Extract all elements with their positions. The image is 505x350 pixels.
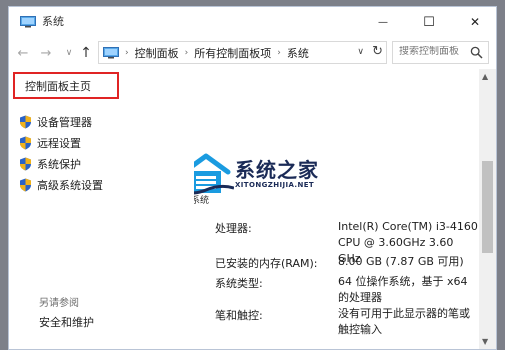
see-also-header: 另请参阅: [39, 298, 79, 309]
forward-button[interactable]: →: [38, 45, 54, 61]
arrow-up-icon: ↑: [80, 45, 92, 61]
device-manager-link[interactable]: 设备管理器: [19, 113, 92, 131]
watermark-subtitle: XITONGZHIJIA.NET: [235, 181, 315, 189]
breadcrumb-separator[interactable]: ›: [185, 48, 189, 58]
computer-icon: [20, 16, 36, 28]
maximize-button[interactable]: ☐: [406, 7, 452, 37]
refresh-icon[interactable]: ↻: [372, 44, 383, 59]
control-panel-home-link[interactable]: 控制面板主页: [13, 72, 119, 99]
shield-icon: [20, 136, 31, 150]
scroll-up-icon[interactable]: ▲: [482, 72, 488, 81]
shield-icon: [20, 115, 31, 129]
remote-settings-link[interactable]: 远程设置: [19, 134, 81, 152]
advanced-system-settings-label: 高级系统设置: [37, 179, 103, 192]
breadcrumb-all-items[interactable]: 所有控制面板项: [194, 45, 271, 61]
scroll-down-icon[interactable]: ▼: [482, 337, 488, 346]
system-type-label: 系统类型:: [215, 277, 263, 290]
advanced-system-settings-link[interactable]: 高级系统设置: [19, 176, 103, 194]
processor-label: 处理器:: [215, 222, 252, 235]
watermark-title: 系统之家: [235, 158, 319, 182]
window-title: 系统: [42, 15, 64, 28]
search-input[interactable]: [399, 46, 465, 57]
navigation-bar: ← → ∨ ↑ › 控制面板 › 所有控制面板项 › 系统 ∨ ↻: [9, 37, 496, 69]
left-nav-pane: 控制面板主页 设备管理器 远程设置 系统保护 高级系统设置 另请参阅 安全和维护: [9, 69, 194, 349]
system-section-label: 系统: [194, 196, 210, 206]
vertical-scrollbar[interactable]: ▲ ▼: [479, 69, 496, 349]
control-panel-home-label: 控制面板主页: [25, 79, 91, 93]
breadcrumb-system[interactable]: 系统: [287, 45, 309, 61]
security-maintenance-link[interactable]: 安全和维护: [39, 314, 94, 330]
search-icon[interactable]: [470, 46, 483, 59]
search-box[interactable]: [392, 41, 489, 64]
minimize-button[interactable]: —: [360, 7, 406, 37]
remote-settings-label: 远程设置: [37, 137, 81, 150]
scroll-thumb[interactable]: [482, 161, 493, 253]
house-logo-icon: [194, 153, 234, 195]
address-dropdown-icon[interactable]: ∨: [357, 47, 364, 57]
system-protection-link[interactable]: 系统保护: [19, 155, 81, 173]
ram-value: 8.00 GB (7.87 GB 可用): [338, 255, 464, 268]
watermark-logo: 系统之家 XITONGZHIJIA.NET: [194, 148, 368, 200]
breadcrumb-control-panel[interactable]: 控制面板: [135, 45, 179, 61]
pen-touch-value: 没有可用于此显示器的笔或触控输入: [338, 307, 470, 336]
main-content: 系统之家 XITONGZHIJIA.NET 系统 处理器: Intel(R) C…: [194, 69, 479, 349]
chevron-down-icon: ∨: [65, 48, 73, 58]
back-button[interactable]: ←: [15, 45, 31, 61]
shield-icon: [20, 178, 31, 192]
up-button[interactable]: ↑: [78, 45, 94, 61]
minimize-icon: —: [378, 16, 388, 28]
breadcrumb-separator[interactable]: ›: [277, 48, 281, 58]
shield-icon: [20, 157, 31, 171]
system-window: 系统 — ☐ ✕ ← → ∨ ↑ › 控制面板 › 所有控制面板项 › 系统 ∨…: [8, 6, 497, 350]
address-bar[interactable]: › 控制面板 › 所有控制面板项 › 系统 ∨ ↻: [98, 41, 387, 64]
recent-locations-button[interactable]: ∨: [61, 45, 77, 61]
arrow-left-icon: ←: [17, 45, 29, 61]
arrow-right-icon: →: [40, 45, 52, 61]
breadcrumb-separator[interactable]: ›: [125, 48, 129, 58]
system-type-value: 64 位操作系统，基于 x64 的处理器: [338, 275, 468, 304]
device-manager-label: 设备管理器: [37, 116, 92, 129]
close-icon: ✕: [469, 15, 481, 29]
maximize-icon: ☐: [423, 14, 435, 30]
ram-label: 已安装的内存(RAM):: [215, 257, 318, 270]
close-button[interactable]: ✕: [452, 7, 496, 37]
title-bar[interactable]: 系统 — ☐ ✕: [9, 7, 496, 37]
pen-touch-label: 笔和触控:: [215, 309, 263, 322]
computer-icon: [103, 46, 119, 58]
system-protection-label: 系统保护: [37, 158, 81, 171]
